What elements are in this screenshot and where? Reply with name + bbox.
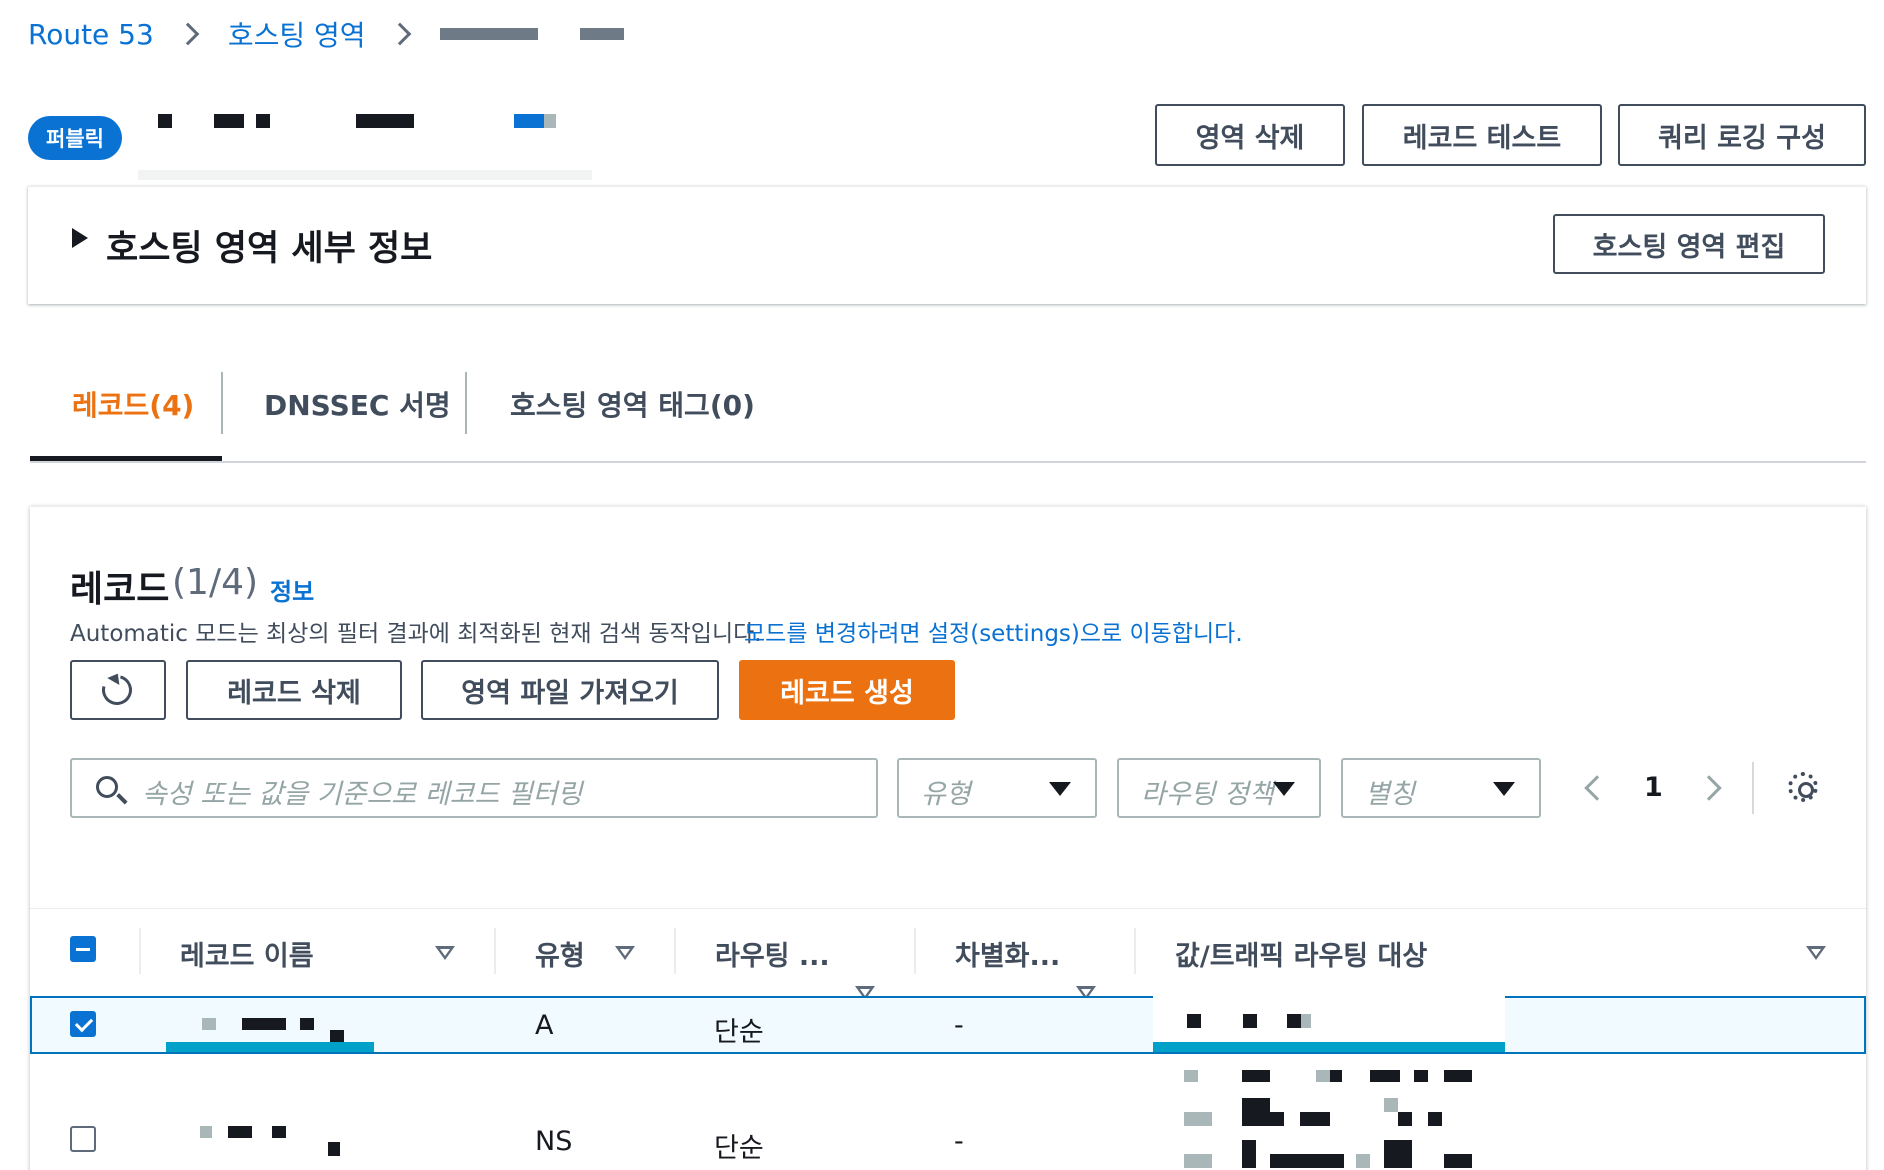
record-routing: 단순: [714, 1133, 764, 1164]
create-record-button[interactable]: 레코드 생성: [739, 660, 955, 720]
column-divider: [494, 928, 496, 974]
info-link[interactable]: 정보: [270, 572, 314, 607]
sort-icon[interactable]: [435, 946, 455, 960]
delete-records-button[interactable]: 레코드 삭제: [186, 660, 402, 720]
tab-divider: [221, 372, 223, 434]
current-page-number[interactable]: 1: [1644, 772, 1663, 803]
gear-icon[interactable]: [1788, 772, 1818, 802]
records-description: Automatic 모드는 최상의 필터 결과에 최적화된 현재 검색 동작입니…: [70, 621, 762, 647]
refresh-icon: [96, 669, 138, 711]
routing-filter-placeholder: 라우팅 정책: [1141, 779, 1274, 810]
column-header-value[interactable]: 값/트래픽 라우팅 대상: [1175, 934, 1427, 973]
redacted-zone-name: [439, 28, 538, 40]
highlight-bar: [1153, 1042, 1505, 1052]
refresh-button[interactable]: [70, 660, 166, 720]
column-divider: [139, 928, 141, 974]
column-header-record-name[interactable]: 레코드 이름: [180, 934, 314, 973]
record-differentiator: -: [954, 1126, 964, 1157]
edit-hosted-zone-button[interactable]: 호스팅 영역 편집: [1553, 214, 1825, 274]
column-divider: [1134, 928, 1136, 974]
caret-down-icon: [1493, 782, 1515, 796]
select-all-checkbox[interactable]: [70, 936, 96, 962]
tab-records[interactable]: 레코드(4): [72, 384, 194, 424]
hosted-zone-details-title[interactable]: 호스팅 영역 세부 정보: [106, 220, 432, 271]
redacted-record-name: [196, 1124, 356, 1164]
records-count: (1/4): [172, 562, 259, 603]
sort-icon[interactable]: [615, 946, 635, 960]
chevron-right-icon: [176, 22, 200, 46]
column-divider: [914, 928, 916, 974]
settings-link[interactable]: 모드를 변경하려면 설정(settings)으로 이동합니다.: [744, 614, 1243, 648]
record-filter-input[interactable]: 속성 또는 값을 기준으로 레코드 필터링: [70, 758, 878, 818]
tab-dnssec-signing[interactable]: DNSSEC 서명: [264, 384, 451, 424]
column-header-routing[interactable]: 라우팅 ...: [715, 934, 830, 973]
routing-policy-filter-select[interactable]: 라우팅 정책: [1117, 758, 1321, 818]
tab-divider: [465, 372, 467, 434]
pagination-divider: [1752, 762, 1754, 814]
row-checkbox[interactable]: [70, 1011, 96, 1037]
column-divider: [674, 928, 676, 974]
column-header-type[interactable]: 유형: [535, 934, 585, 973]
highlight-bar: [166, 1042, 374, 1052]
delete-zone-button[interactable]: 영역 삭제: [1155, 104, 1345, 166]
search-placeholder: 속성 또는 값을 기준으로 레코드 필터링: [142, 779, 583, 810]
test-record-button[interactable]: 레코드 테스트: [1362, 104, 1602, 166]
import-zone-file-button[interactable]: 영역 파일 가져오기: [421, 660, 719, 720]
chevron-right-icon: [388, 22, 411, 46]
redacted-zone-suffix: [579, 28, 624, 40]
redacted-record-value: [1184, 1068, 1484, 1170]
record-routing: 단순: [714, 1017, 764, 1048]
redacted-zone-title: [138, 106, 592, 182]
table-header-top-border: [30, 908, 1866, 909]
alias-filter-select[interactable]: 별칭: [1341, 758, 1541, 818]
records-title: 레코드: [70, 569, 170, 610]
breadcrumb-hosted-zones[interactable]: 호스팅 영역: [228, 14, 366, 54]
column-header-differentiator[interactable]: 차별화...: [955, 934, 1060, 973]
record-differentiator: -: [954, 1010, 964, 1041]
tab-hosted-zone-tags[interactable]: 호스팅 영역 태그(0): [510, 384, 755, 424]
tabs-divider-line: [30, 461, 1866, 463]
type-filter-placeholder: 유형: [921, 779, 971, 810]
alias-filter-placeholder: 별칭: [1365, 779, 1415, 810]
public-badge: 퍼블릭: [28, 116, 122, 160]
configure-query-logging-button[interactable]: 쿼리 로깅 구성: [1618, 104, 1866, 166]
caret-right-icon[interactable]: [72, 228, 88, 248]
caret-down-icon: [1273, 782, 1295, 796]
row-checkbox[interactable]: [70, 1126, 96, 1152]
record-type: NS: [535, 1126, 573, 1157]
record-type: A: [535, 1010, 554, 1041]
caret-down-icon: [1049, 782, 1071, 796]
breadcrumb-route53[interactable]: Route 53: [28, 18, 154, 51]
type-filter-select[interactable]: 유형: [897, 758, 1097, 818]
breadcrumb: Route 53 호스팅 영역: [28, 14, 624, 54]
sort-icon[interactable]: [1806, 946, 1826, 960]
search-icon: [96, 776, 118, 798]
